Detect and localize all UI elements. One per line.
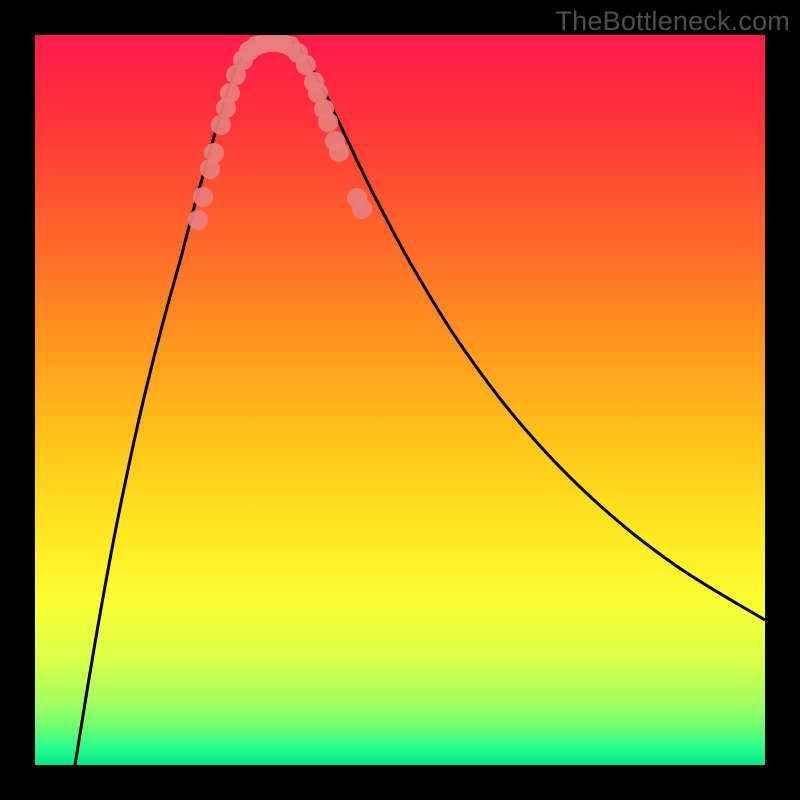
data-marker	[211, 115, 231, 135]
plot-area	[35, 35, 765, 765]
left-curve	[75, 47, 251, 765]
data-marker	[352, 199, 372, 219]
data-marker	[193, 187, 213, 207]
data-marker	[296, 55, 316, 75]
data-marker	[329, 142, 349, 162]
chart-frame: TheBottleneck.com	[0, 0, 800, 800]
data-marker	[220, 83, 240, 103]
right-curve	[299, 47, 765, 620]
data-marker	[188, 210, 208, 230]
watermark-text: TheBottleneck.com	[555, 6, 790, 37]
data-marker	[204, 143, 224, 163]
data-marker	[318, 112, 338, 132]
curves-layer	[35, 35, 765, 765]
